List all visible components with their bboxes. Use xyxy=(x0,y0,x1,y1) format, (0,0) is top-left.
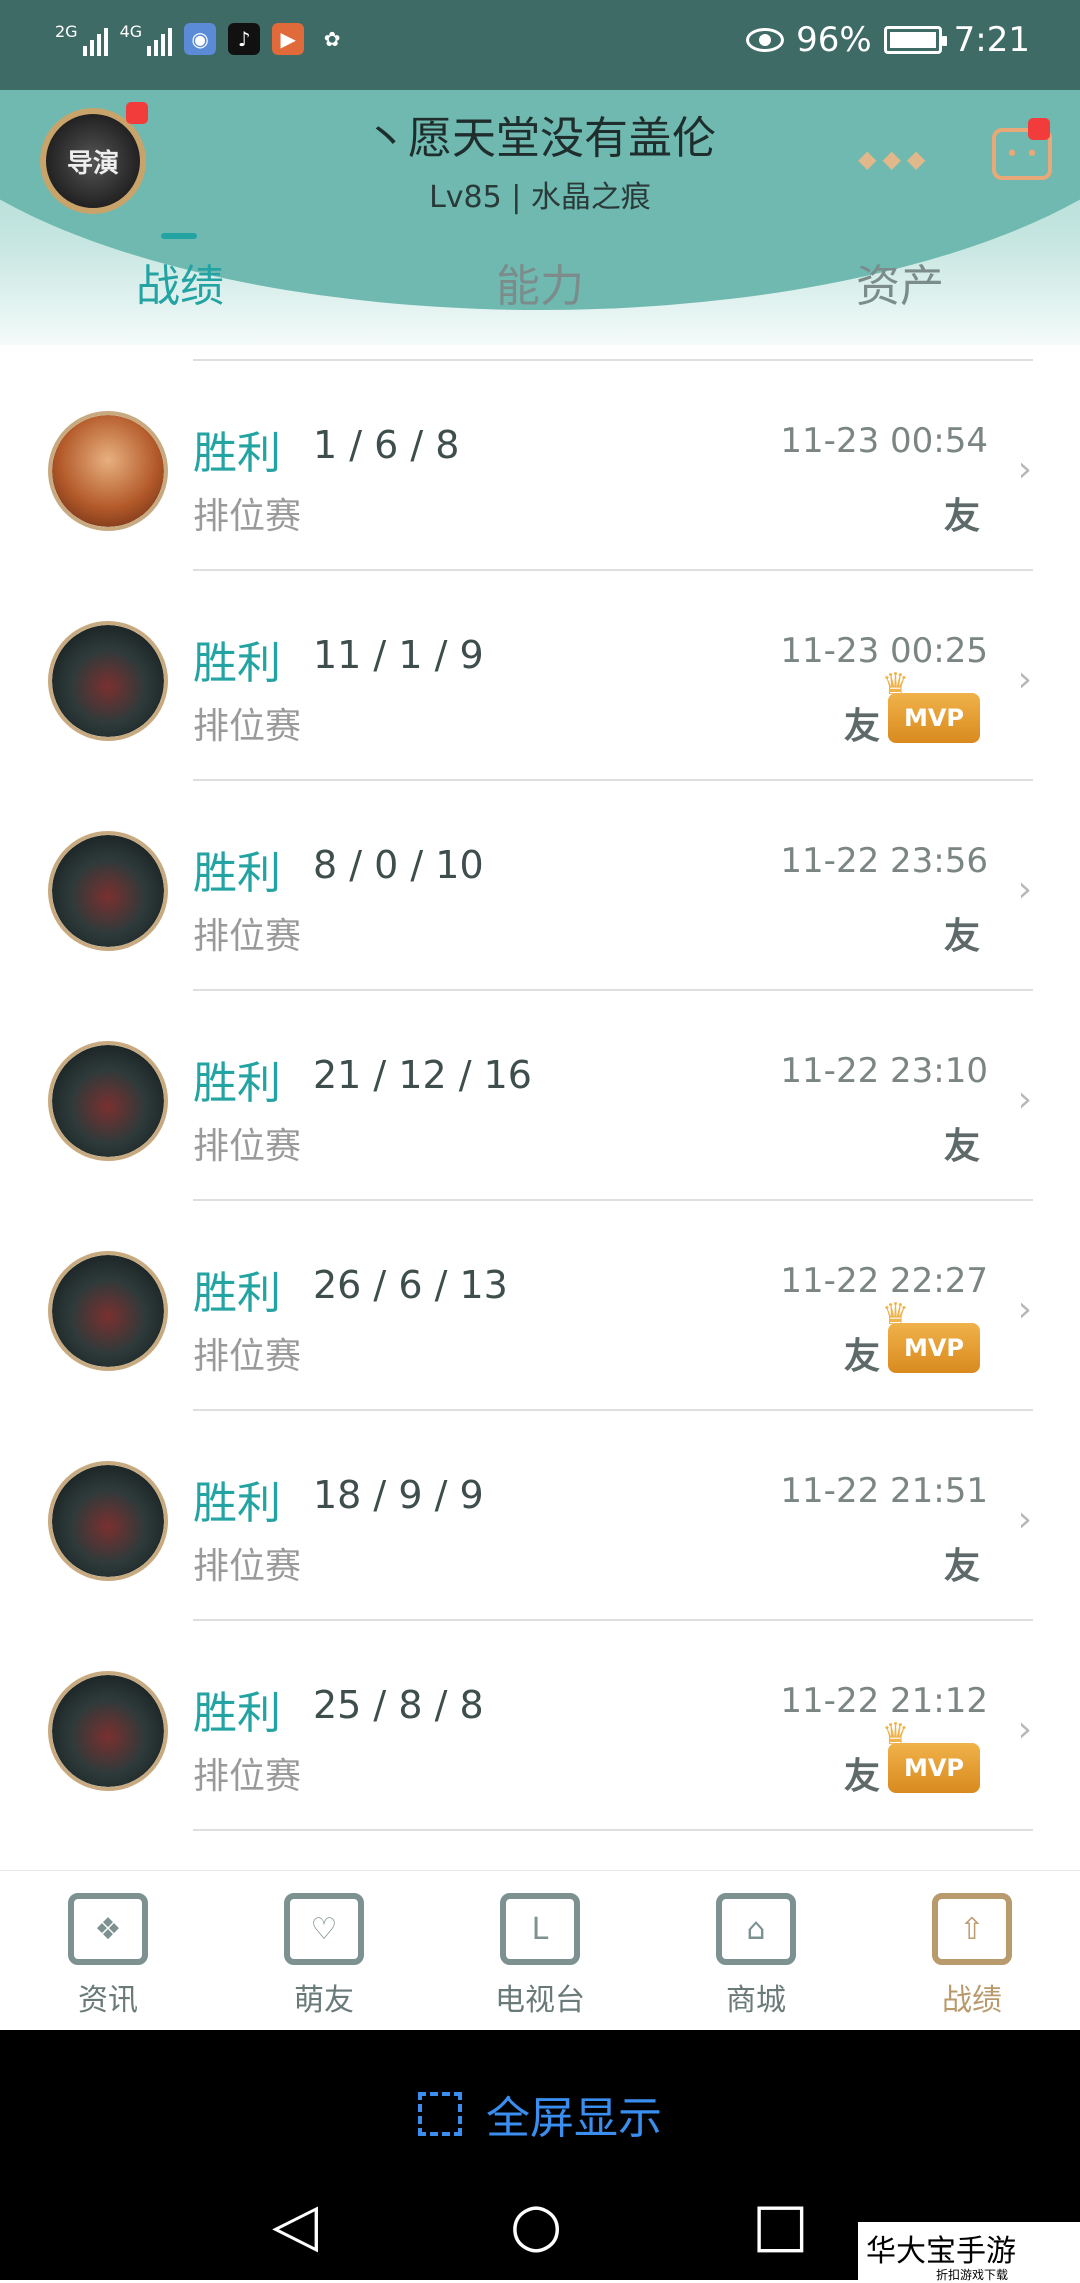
match-time: 11-23 00:25 xyxy=(780,631,988,671)
match-row[interactable]: 胜利 21 / 12 / 16 排位赛 11-22 23:10 › 友 xyxy=(0,989,1080,1199)
friend-badge: 友 xyxy=(843,706,880,747)
signal-icon: 4G xyxy=(120,22,173,56)
match-row[interactable]: 胜利 8 / 0 / 10 排位赛 11-22 23:56 › 友 xyxy=(0,779,1080,989)
mvp-badge: MVP xyxy=(882,1297,980,1373)
match-time: 11-22 23:56 xyxy=(780,841,988,881)
chevron-right-icon: › xyxy=(1017,449,1032,490)
row-divider xyxy=(193,1829,1033,1831)
match-result: 胜利 xyxy=(193,848,281,899)
hero-avatar xyxy=(48,1671,168,1791)
battery-icon xyxy=(883,26,947,54)
profile-level: Lv85 | 水晶之痕 xyxy=(429,180,651,215)
match-kda: 18 / 9 / 9 xyxy=(313,1473,484,1517)
match-result: 胜利 xyxy=(193,1688,281,1739)
match-kda: 25 / 8 / 8 xyxy=(313,1683,484,1727)
match-mode: 排位赛 xyxy=(193,1756,302,1797)
nav-record[interactable]: ⇧ 战绩 xyxy=(872,1893,1072,2019)
battery-percent: 96% xyxy=(796,20,872,60)
chest-icon: ⌂ xyxy=(716,1893,796,1965)
match-mode: 排位赛 xyxy=(193,496,302,537)
tab-ability[interactable]: 能力 xyxy=(420,250,660,314)
signal-icon: 2G xyxy=(55,22,108,56)
match-time: 11-23 00:54 xyxy=(780,421,988,461)
watermark-logo: 华大宝手游 折扣游戏下载 xyxy=(858,2222,1080,2282)
hero-avatar xyxy=(48,831,168,951)
tab-record[interactable]: 战绩 xyxy=(60,250,300,314)
chevron-right-icon: › xyxy=(1017,1289,1032,1330)
chevron-right-icon: › xyxy=(1017,869,1032,910)
hero-avatar xyxy=(48,411,168,531)
match-row[interactable]: 胜利 26 / 6 / 13 排位赛 11-22 22:27 › 友MVP xyxy=(0,1199,1080,1409)
match-result: 胜利 xyxy=(193,638,281,689)
tab-assets[interactable]: 资产 xyxy=(780,250,1020,314)
nav-tv[interactable]: L 电视台 xyxy=(440,1893,640,2019)
match-kda: 8 / 0 / 10 xyxy=(313,843,484,887)
recents-icon[interactable]: □ xyxy=(752,2190,809,2260)
friend-badge: 友 xyxy=(943,496,980,537)
system-bar: 全屏显示 ◁ ○ □ 华大宝手游 折扣游戏下载 xyxy=(0,2030,1080,2282)
match-result: 胜利 xyxy=(193,1058,281,1109)
match-result: 胜利 xyxy=(193,428,281,479)
match-kda: 26 / 6 / 13 xyxy=(313,1263,508,1307)
active-tab-indicator xyxy=(161,233,197,239)
profile-header: 导演 丶愿天堂没有盖伦 Lv85 | 水晶之痕 ◆◆◆ • • 战绩 能力 资产 xyxy=(0,90,1080,345)
eye-comfort-icon xyxy=(746,28,785,52)
hero-avatar xyxy=(48,1251,168,1371)
status-bar: 2G 4G ◉ ♪ ▶ ✿ 96% 7:21 xyxy=(0,0,1080,90)
tv-icon: L xyxy=(500,1893,580,1965)
match-result: 胜利 xyxy=(193,1268,281,1319)
fullscreen-button[interactable]: 全屏显示 xyxy=(0,2082,1080,2146)
heart-chat-icon: ♡ xyxy=(284,1893,364,1965)
video-app-icon: ▶ xyxy=(272,23,305,55)
match-row[interactable]: 胜利 18 / 9 / 9 排位赛 11-22 21:51 › 友 xyxy=(0,1409,1080,1619)
match-row[interactable]: 胜利 1 / 6 / 8 排位赛 11-23 00:54 › 友 xyxy=(0,359,1080,569)
huawei-icon: ✿ xyxy=(323,27,341,51)
hero-avatar xyxy=(48,1461,168,1581)
back-icon[interactable]: ◁ xyxy=(272,2190,318,2260)
expand-icon xyxy=(418,2092,462,2136)
match-result: 胜利 xyxy=(193,1478,281,1529)
shield-arrow-icon: ⇧ xyxy=(932,1893,1012,1965)
hero-avatar xyxy=(48,621,168,741)
match-kda: 1 / 6 / 8 xyxy=(313,423,460,467)
friend-badge: 友 xyxy=(843,1336,880,1377)
match-time: 11-22 21:51 xyxy=(780,1471,988,1511)
hero-avatar xyxy=(48,1041,168,1161)
tab-bar: 战绩 能力 资产 xyxy=(0,250,1080,340)
chevron-right-icon: › xyxy=(1017,1709,1032,1750)
bottom-nav: ❖ 资讯 ♡ 萌友 L 电视台 ⌂ 商城 ⇧ 战绩 xyxy=(0,1870,1080,2030)
match-time: 11-22 23:10 xyxy=(780,1051,988,1091)
match-time: 11-22 21:12 xyxy=(780,1681,988,1721)
mvp-badge: MVP xyxy=(882,667,980,743)
friend-badge: 友 xyxy=(843,1756,880,1797)
match-mode: 排位赛 xyxy=(193,1126,302,1167)
chevron-right-icon: › xyxy=(1017,1079,1032,1120)
match-kda: 11 / 1 / 9 xyxy=(313,633,484,677)
match-mode: 排位赛 xyxy=(193,1336,302,1377)
match-row[interactable]: 胜利 25 / 8 / 8 排位赛 11-22 21:12 › 友MVP xyxy=(0,1619,1080,1829)
tiktok-icon: ♪ xyxy=(228,23,261,55)
match-kda: 21 / 12 / 16 xyxy=(313,1053,532,1097)
decorative-dots-icon: ◆◆◆ xyxy=(858,145,932,173)
friend-badge: 友 xyxy=(943,1126,980,1167)
mvp-badge: MVP xyxy=(882,1717,980,1793)
friend-badge: 友 xyxy=(943,916,980,957)
nav-friends[interactable]: ♡ 萌友 xyxy=(224,1893,424,2019)
book-icon: ❖ xyxy=(68,1893,148,1965)
nav-news[interactable]: ❖ 资讯 xyxy=(8,1893,208,2019)
chevron-right-icon: › xyxy=(1017,1499,1032,1540)
clock: 7:21 xyxy=(953,20,1030,60)
match-mode: 排位赛 xyxy=(193,706,302,747)
qq-icon: ◉ xyxy=(184,23,217,55)
friend-badge: 友 xyxy=(943,1546,980,1587)
match-mode: 排位赛 xyxy=(193,1546,302,1587)
match-time: 11-22 22:27 xyxy=(780,1261,988,1301)
match-row[interactable]: 胜利 11 / 1 / 9 排位赛 11-23 00:25 › 友MVP xyxy=(0,569,1080,779)
nav-store[interactable]: ⌂ 商城 xyxy=(656,1893,856,2019)
home-icon[interactable]: ○ xyxy=(510,2190,562,2260)
chevron-right-icon: › xyxy=(1017,659,1032,700)
chat-notification-dot xyxy=(1028,118,1050,140)
match-mode: 排位赛 xyxy=(193,916,302,957)
